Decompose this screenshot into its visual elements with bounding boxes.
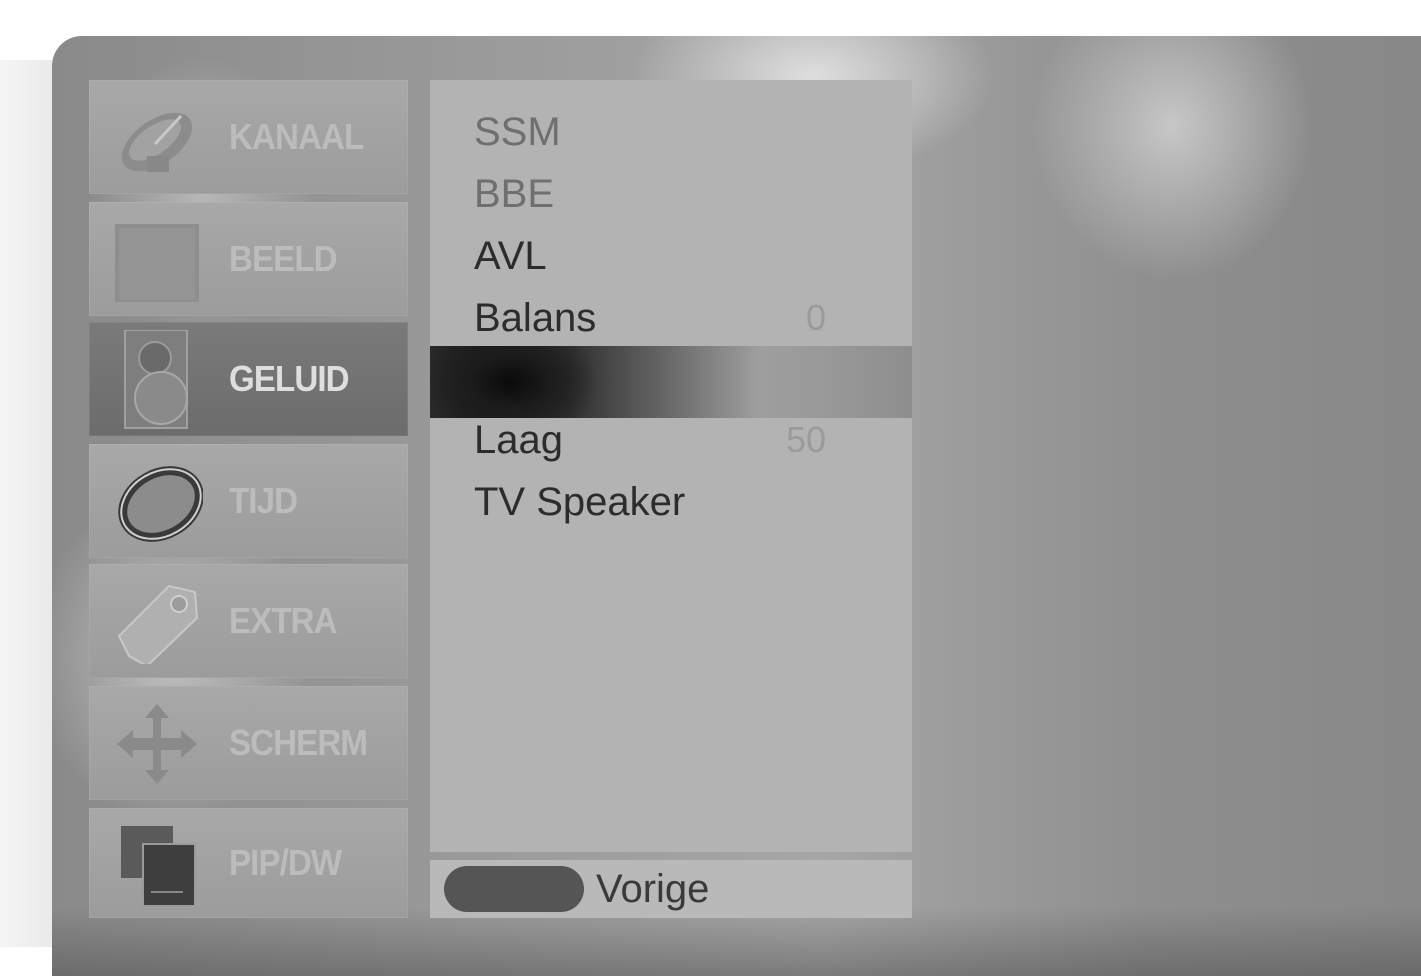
sidebar-item-label: SCHERM: [229, 722, 368, 763]
menu-item-label: Laag: [474, 418, 563, 462]
sidebar-item-beeld[interactable]: BEELD: [89, 202, 408, 316]
menu-item-value: 50: [785, 419, 826, 460]
menu-item-value: 0: [805, 297, 826, 338]
menu-item-bbe[interactable]: BBE: [474, 166, 874, 222]
menu-item-label: BBE: [474, 172, 555, 216]
speaker-icon: [124, 330, 188, 429]
satellite-dish-icon: [121, 112, 193, 172]
back-label[interactable]: Vorige: [596, 860, 709, 918]
menu-item-label: Balans: [474, 296, 597, 340]
pip-windows-icon: [121, 826, 196, 907]
menu-item-label: SSM: [474, 110, 561, 154]
menu-item-tv-speaker[interactable]: TV Speaker: [474, 474, 874, 530]
menu-item-laag[interactable]: Laag 50: [474, 412, 874, 468]
menu-highlight-bar[interactable]: [430, 346, 912, 418]
sidebar-item-extra[interactable]: EXTRA: [89, 564, 408, 678]
sidebar-item-label: GELUID: [229, 358, 350, 399]
menu-item-label: TV Speaker: [474, 480, 686, 524]
sidebar-item-pip-dw[interactable]: PIP/DW: [89, 808, 408, 918]
sidebar-item-geluid[interactable]: GELUID: [89, 322, 408, 436]
menu-item-label: AVL: [474, 234, 547, 278]
clock-icon: [118, 466, 203, 542]
menu-item-ssm[interactable]: SSM: [474, 104, 874, 160]
tag-icon: [117, 584, 199, 664]
move-arrows-icon: [117, 704, 197, 784]
picture-icon: [115, 224, 199, 302]
sidebar-item-label: BEELD: [229, 238, 338, 279]
sidebar-item-kanaal[interactable]: KANAAL: [89, 80, 408, 194]
sidebar-item-tijd[interactable]: TIJD: [89, 444, 408, 558]
sidebar-item-label: EXTRA: [229, 600, 338, 641]
menu-item-avl[interactable]: AVL: [474, 228, 874, 284]
sidebar-item-label: KANAAL: [229, 116, 364, 157]
sidebar-item-scherm[interactable]: SCHERM: [89, 686, 408, 800]
menu-button-icon[interactable]: [444, 866, 584, 912]
menu-item-balans[interactable]: Balans 0: [474, 290, 874, 346]
screen-margin: [0, 60, 52, 947]
sidebar-item-label: TIJD: [229, 480, 298, 521]
sidebar-item-label: PIP/DW: [229, 842, 342, 883]
